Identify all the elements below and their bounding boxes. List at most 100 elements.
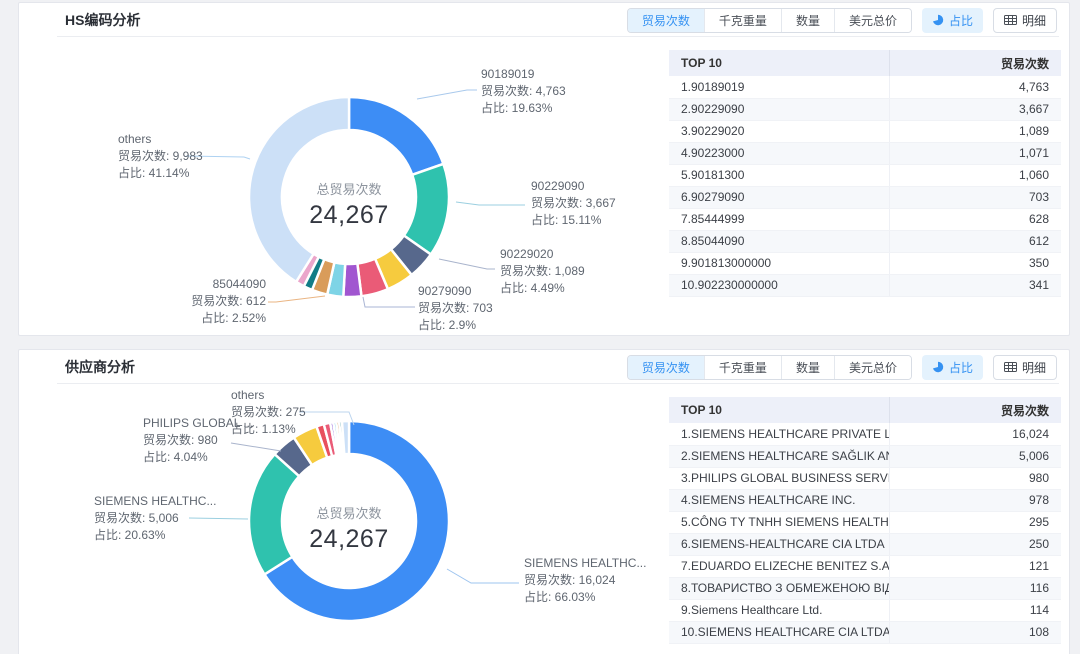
hs-metric-trades-button[interactable]: 贸易次数 [628, 9, 704, 32]
row-value: 628 [889, 208, 1061, 230]
supplier-metric-quantity-button[interactable]: 数量 [781, 356, 834, 379]
hs-panel-title: HS编码分析 [65, 10, 140, 30]
donut-slice-others [249, 97, 349, 282]
row-value: 121 [889, 555, 1061, 577]
callout-leader-line [417, 90, 477, 99]
callout-siemens-saglik: SIEMENS HEALTHC... 贸易次数: 5,006 占比: 20.63… [94, 493, 216, 544]
row-label: 8.ТОВАРИСТВО З ОБМЕЖЕНОЮ ВІДПОВІДАЛЬНІСТ [669, 577, 889, 599]
table-row: 1.901890194,763 [669, 76, 1061, 98]
row-label: 6.90279090 [669, 186, 889, 208]
hs-detail-view-button[interactable]: 明细 [993, 8, 1057, 33]
row-value: 1,089 [889, 120, 1061, 142]
donut-slice-90189019 [349, 97, 443, 175]
row-label: 1.90189019 [669, 76, 889, 98]
trades-column-header: 贸易次数 [889, 397, 1061, 423]
top10-column-header: TOP 10 [669, 50, 889, 76]
supplier-donut-chart: 总贸易次数 24,267 others 贸易次数: 275 占比: 1.13% … [19, 384, 679, 654]
table-row: 5.901813001,060 [669, 164, 1061, 186]
supplier-detail-view-button[interactable]: 明细 [993, 355, 1057, 380]
donut-slice-others [342, 421, 349, 454]
row-value: 4,763 [889, 76, 1061, 98]
row-value: 980 [889, 467, 1061, 489]
table-row: 7.85444999628 [669, 208, 1061, 230]
donut-slice-SIEMENS HEALTHCARE SAĞLIK ANONİM ŞİRKETİ [249, 454, 299, 574]
table-row: 9.Siemens Healthcare Ltd.114 [669, 599, 1061, 621]
row-value: 1,060 [889, 164, 1061, 186]
table-grid-icon [1004, 361, 1017, 373]
table-row: 10.SIEMENS HEALTHCARE CIA LTDA.108 [669, 621, 1061, 643]
hs-metric-quantity-button[interactable]: 数量 [781, 9, 834, 32]
table-row: 4.902230001,071 [669, 142, 1061, 164]
supplier-metric-trades-button[interactable]: 贸易次数 [628, 356, 704, 379]
row-value: 1,071 [889, 142, 1061, 164]
row-value: 703 [889, 186, 1061, 208]
table-row: 8.ТОВАРИСТВО З ОБМЕЖЕНОЮ ВІДПОВІДАЛЬНІСТ… [669, 577, 1061, 599]
row-value: 5,006 [889, 445, 1061, 467]
hs-top10-table: TOP 10 贸易次数 1.901890194,7632.902290903,6… [669, 50, 1061, 297]
supplier-metric-weight-button[interactable]: 千克重量 [704, 356, 781, 379]
row-label: 6.SIEMENS-HEALTHCARE CIA LTDA [669, 533, 889, 555]
row-label: 4.90223000 [669, 142, 889, 164]
table-row: 5.CÔNG TY TNHH SIEMENS HEALTHCARE.295 [669, 511, 1061, 533]
callout-leader-line [456, 202, 525, 205]
hs-panel-header: HS编码分析 贸易次数 千克重量 数量 美元总价 占比 明细 [19, 3, 1069, 37]
hs-detail-view-label: 明细 [1022, 12, 1046, 29]
callout-leader-line [268, 296, 325, 302]
callout-85044090: 85044090 贸易次数: 612 占比: 2.52% [164, 276, 266, 327]
row-value: 108 [889, 621, 1061, 643]
hs-share-view-button[interactable]: 占比 [922, 8, 983, 33]
table-row: 4.SIEMENS HEALTHCARE INC.978 [669, 489, 1061, 511]
row-label: 3.PHILIPS GLOBAL BUSINESS SERVICES LLP [669, 467, 889, 489]
row-label: 4.SIEMENS HEALTHCARE INC. [669, 489, 889, 511]
supplier-analysis-panel: 供应商分析 贸易次数 千克重量 数量 美元总价 占比 明细 总贸易次数 24,2… [18, 349, 1070, 654]
trades-column-header: 贸易次数 [889, 50, 1061, 76]
table-row: 2.SIEMENS HEALTHCARE SAĞLIK ANONİM ŞİRKE… [669, 445, 1061, 467]
row-label: 8.85044090 [669, 230, 889, 252]
row-value: 116 [889, 577, 1061, 599]
table-header-row: TOP 10 贸易次数 [669, 50, 1061, 76]
row-label: 2.SIEMENS HEALTHCARE SAĞLIK ANONİM ŞİRKE… [669, 445, 889, 467]
table-grid-icon [1004, 14, 1017, 26]
top10-column-header: TOP 10 [669, 397, 889, 423]
pie-chart-icon [932, 14, 944, 26]
row-value: 250 [889, 533, 1061, 555]
row-label: 9.901813000000 [669, 252, 889, 274]
supplier-metric-usd-button[interactable]: 美元总价 [834, 356, 911, 379]
row-label: 2.90229090 [669, 98, 889, 120]
callout-leader-line [363, 297, 415, 307]
supplier-metric-switcher: 贸易次数 千克重量 数量 美元总价 [627, 355, 912, 380]
hs-share-view-label: 占比 [949, 12, 973, 29]
hs-metric-weight-button[interactable]: 千克重量 [704, 9, 781, 32]
hs-toolbar: 贸易次数 千克重量 数量 美元总价 占比 明细 [627, 8, 1057, 33]
callout-90279090: 90279090 贸易次数: 703 占比: 2.9% [418, 283, 493, 334]
row-label: 10.SIEMENS HEALTHCARE CIA LTDA. [669, 621, 889, 643]
table-row: 7.EDUARDO ELIZECHE BENITEZ S.A.C.121 [669, 555, 1061, 577]
hs-metric-switcher: 贸易次数 千克重量 数量 美元总价 [627, 8, 912, 33]
row-label: 3.90229020 [669, 120, 889, 142]
supplier-share-view-label: 占比 [949, 359, 973, 376]
table-row: 6.SIEMENS-HEALTHCARE CIA LTDA250 [669, 533, 1061, 555]
table-row: 9.901813000000350 [669, 252, 1061, 274]
table-row: 1.SIEMENS HEALTHCARE PRIVATE LIMITED16,0… [669, 423, 1061, 445]
callout-siemens-private: SIEMENS HEALTHC... 贸易次数: 16,024 占比: 66.0… [524, 555, 646, 606]
hs-metric-usd-button[interactable]: 美元总价 [834, 9, 911, 32]
row-label: 5.CÔNG TY TNHH SIEMENS HEALTHCARE. [669, 511, 889, 533]
row-label: 7.85444999 [669, 208, 889, 230]
callout-90229090: 90229090 贸易次数: 3,667 占比: 15.11% [531, 178, 616, 229]
row-value: 3,667 [889, 98, 1061, 120]
table-row: 3.PHILIPS GLOBAL BUSINESS SERVICES LLP98… [669, 467, 1061, 489]
row-value: 295 [889, 511, 1061, 533]
table-row: 2.902290903,667 [669, 98, 1061, 120]
supplier-panel-header: 供应商分析 贸易次数 千克重量 数量 美元总价 占比 明细 [19, 350, 1069, 384]
table-row: 10.902230000000341 [669, 274, 1061, 296]
row-value: 350 [889, 252, 1061, 274]
callout-90229020: 90229020 贸易次数: 1,089 占比: 4.49% [500, 246, 585, 297]
table-row: 6.90279090703 [669, 186, 1061, 208]
supplier-share-view-button[interactable]: 占比 [922, 355, 983, 380]
row-label: 9.Siemens Healthcare Ltd. [669, 599, 889, 621]
supplier-panel-title: 供应商分析 [65, 357, 135, 377]
pie-chart-icon [932, 361, 944, 373]
row-value: 16,024 [889, 423, 1061, 445]
supplier-detail-view-label: 明细 [1022, 359, 1046, 376]
callout-leader-line [439, 259, 495, 269]
